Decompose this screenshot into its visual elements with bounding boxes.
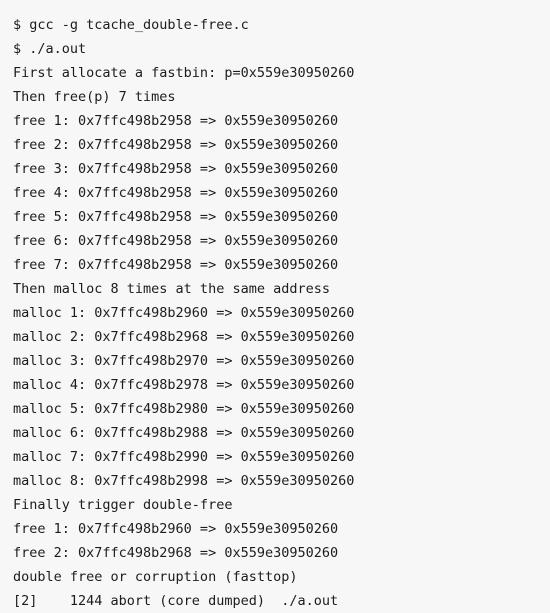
terminal-line: free 2: 0x7ffc498b2958 => 0x559e30950260 <box>13 137 339 153</box>
terminal-line: Then malloc 8 times at the same address <box>13 281 330 297</box>
terminal-line: free 1: 0x7ffc498b2960 => 0x559e30950260 <box>13 521 339 537</box>
terminal-line: malloc 6: 0x7ffc498b2988 => 0x559e309502… <box>13 425 355 441</box>
terminal-line: free 1: 0x7ffc498b2958 => 0x559e30950260 <box>13 113 339 129</box>
terminal-line: free 7: 0x7ffc498b2958 => 0x559e30950260 <box>13 257 339 273</box>
terminal-line: First allocate a fastbin: p=0x559e309502… <box>13 65 355 81</box>
terminal-line: malloc 1: 0x7ffc498b2960 => 0x559e309502… <box>13 305 355 321</box>
terminal-line: [2] 1244 abort (core dumped) ./a.out <box>13 593 339 609</box>
terminal-line: double free or corruption (fasttop) <box>13 569 298 585</box>
terminal-line: Then free(p) 7 times <box>13 89 176 105</box>
terminal-line: malloc 7: 0x7ffc498b2990 => 0x559e309502… <box>13 449 355 465</box>
terminal-line: free 4: 0x7ffc498b2958 => 0x559e30950260 <box>13 185 339 201</box>
terminal-line: malloc 3: 0x7ffc498b2970 => 0x559e309502… <box>13 353 355 369</box>
terminal-output-pane[interactable]: $ gcc -g tcache_double-free.c $ ./a.out Fi… <box>0 0 550 612</box>
terminal-line: malloc 2: 0x7ffc498b2968 => 0x559e309502… <box>13 329 355 345</box>
terminal-line: malloc 4: 0x7ffc498b2978 => 0x559e309502… <box>13 377 355 393</box>
terminal-line: $ gcc -g tcache_double-free.c <box>13 17 249 33</box>
terminal-line: free 2: 0x7ffc498b2968 => 0x559e30950260 <box>13 545 339 561</box>
terminal-line: $ ./a.out <box>13 41 87 57</box>
terminal-line: malloc 5: 0x7ffc498b2980 => 0x559e309502… <box>13 401 355 417</box>
terminal-line: free 6: 0x7ffc498b2958 => 0x559e30950260 <box>13 233 339 249</box>
terminal-line: free 5: 0x7ffc498b2958 => 0x559e30950260 <box>13 209 339 225</box>
terminal-line: Finally trigger double-free <box>13 497 233 513</box>
terminal-line: malloc 8: 0x7ffc498b2998 => 0x559e309502… <box>13 473 355 489</box>
terminal-line: free 3: 0x7ffc498b2958 => 0x559e30950260 <box>13 161 339 177</box>
